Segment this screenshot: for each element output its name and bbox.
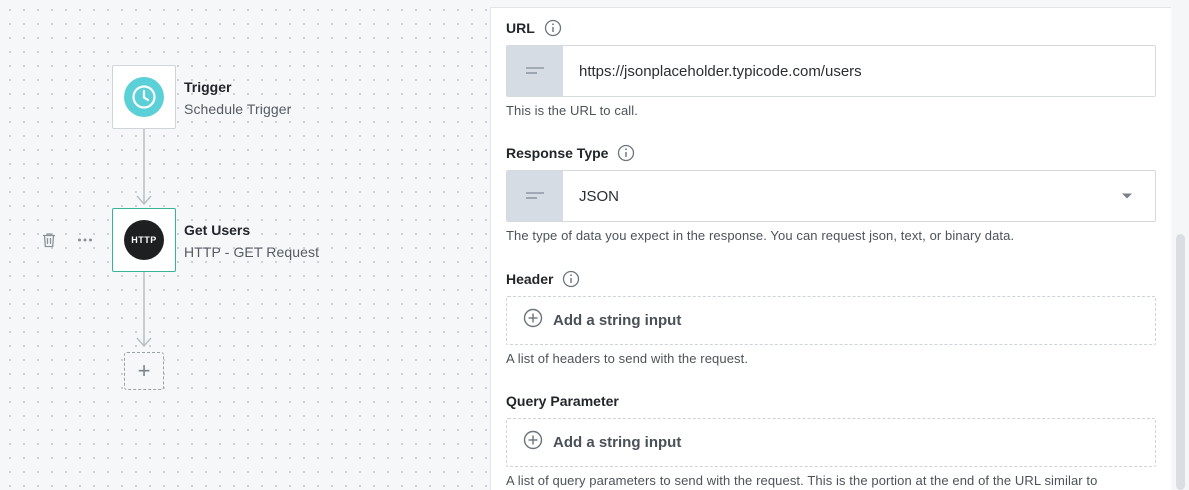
node-title: Trigger: [184, 79, 232, 95]
node-get-users-box[interactable]: HTTP: [112, 208, 176, 272]
header-help-text: A list of headers to send with the reque…: [506, 351, 749, 366]
response-type-field-group: Response Type JSON The type of data you …: [506, 143, 1156, 243]
clock-icon: [124, 77, 164, 117]
trash-icon[interactable]: [40, 231, 58, 254]
http-icon: HTTP: [124, 220, 164, 260]
response-type-select[interactable]: JSON: [506, 170, 1156, 222]
text-type-icon: [507, 171, 563, 221]
node-subtitle: HTTP - GET Request: [184, 244, 320, 260]
add-string-input-label: Add a string input: [553, 434, 682, 451]
scrollbar-thumb[interactable]: [1176, 234, 1185, 490]
plus-icon: +: [137, 358, 151, 383]
response-type-help-text: The type of data you expect in the respo…: [506, 228, 1015, 243]
node-title: Get Users: [184, 222, 251, 238]
header-field-group: Header Add a string input A list of head…: [506, 269, 1156, 366]
connector-arrow-1: [136, 128, 152, 206]
node-subtitle: Schedule Trigger: [184, 101, 292, 117]
query-parameter-label: Query Parameter: [506, 393, 619, 409]
connector-arrow-2: [136, 272, 152, 348]
query-parameter-add-string-input-button[interactable]: Add a string input: [506, 418, 1156, 467]
panel-top-edge: [490, 0, 1171, 8]
url-label: URL: [506, 20, 535, 36]
add-circle-icon: [523, 430, 543, 455]
node-trigger-box[interactable]: [112, 65, 176, 129]
add-string-input-label: Add a string input: [553, 312, 682, 329]
response-type-label: Response Type: [506, 145, 609, 161]
info-icon[interactable]: [617, 144, 635, 162]
header-label: Header: [506, 271, 554, 287]
more-options-icon[interactable]: [76, 231, 94, 254]
info-icon[interactable]: [562, 270, 580, 288]
url-help-text: This is the URL to call.: [506, 103, 638, 118]
url-field-group: URL https://jsonplaceholder.typicode.com…: [506, 18, 1156, 118]
text-type-icon: [507, 46, 563, 96]
node-trigger[interactable]: Trigger Schedule Trigger: [112, 65, 472, 129]
response-type-value: JSON: [579, 187, 620, 205]
url-input-value: https://jsonplaceholder.typicode.com/use…: [579, 62, 862, 80]
add-step-button[interactable]: +: [124, 352, 164, 390]
url-input[interactable]: https://jsonplaceholder.typicode.com/use…: [506, 45, 1156, 97]
add-circle-icon: [523, 308, 543, 333]
chevron-down-icon[interactable]: [1121, 187, 1133, 205]
query-parameter-help-text: A list of query parameters to send with …: [506, 473, 1098, 488]
header-add-string-input-button[interactable]: Add a string input: [506, 296, 1156, 345]
node-get-users[interactable]: HTTP Get Users HTTP - GET Request: [112, 208, 472, 272]
node-actions: [40, 231, 94, 254]
query-parameter-field-group: Query Parameter Add a string input A lis…: [506, 391, 1156, 488]
info-icon[interactable]: [544, 19, 562, 37]
